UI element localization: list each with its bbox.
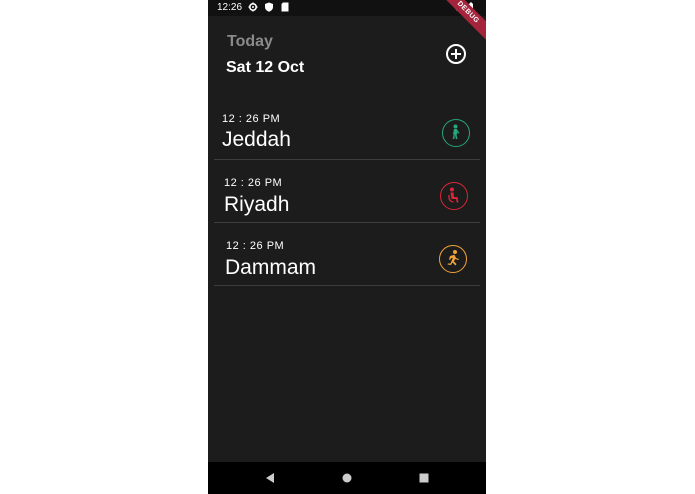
navigation-bar: [208, 462, 486, 494]
status-icons-left: [248, 2, 290, 12]
recents-icon[interactable]: [417, 471, 431, 485]
walking-person-icon[interactable]: [442, 119, 470, 147]
city-name: Jeddah: [222, 128, 291, 151]
sitting-person-icon[interactable]: [440, 182, 468, 210]
city-name: Dammam: [225, 256, 317, 279]
sd-card-icon: [281, 2, 289, 12]
city-row-riyadh[interactable]: 12 : 26 PM Riyadh: [214, 159, 480, 223]
shield-icon: [265, 2, 273, 12]
gear-icon: [248, 2, 258, 12]
date-label: Sat 12 Oct: [226, 59, 305, 76]
city-time: 12 : 26 PM: [226, 240, 285, 252]
city-row-dammam[interactable]: 12 : 26 PM Dammam: [214, 222, 480, 286]
back-icon[interactable]: [263, 471, 277, 485]
status-time: 12:26: [217, 2, 243, 13]
city-time: 12 : 26 PM: [224, 177, 283, 189]
status-bar: 12:26: [208, 0, 486, 16]
city-time: 12 : 26 PM: [222, 113, 281, 125]
today-label: Today: [227, 33, 273, 50]
city-name: Riyadh: [224, 193, 290, 216]
home-icon[interactable]: [340, 471, 354, 485]
phone-screen: 12:26 DEBUG Today Sat 12 Oct 12: 26 PM …: [208, 0, 486, 494]
add-circle-icon[interactable]: [445, 43, 467, 65]
running-person-icon[interactable]: [439, 245, 467, 273]
city-row-jeddah[interactable]: 12 : 26 PM Jeddah: [214, 96, 480, 160]
